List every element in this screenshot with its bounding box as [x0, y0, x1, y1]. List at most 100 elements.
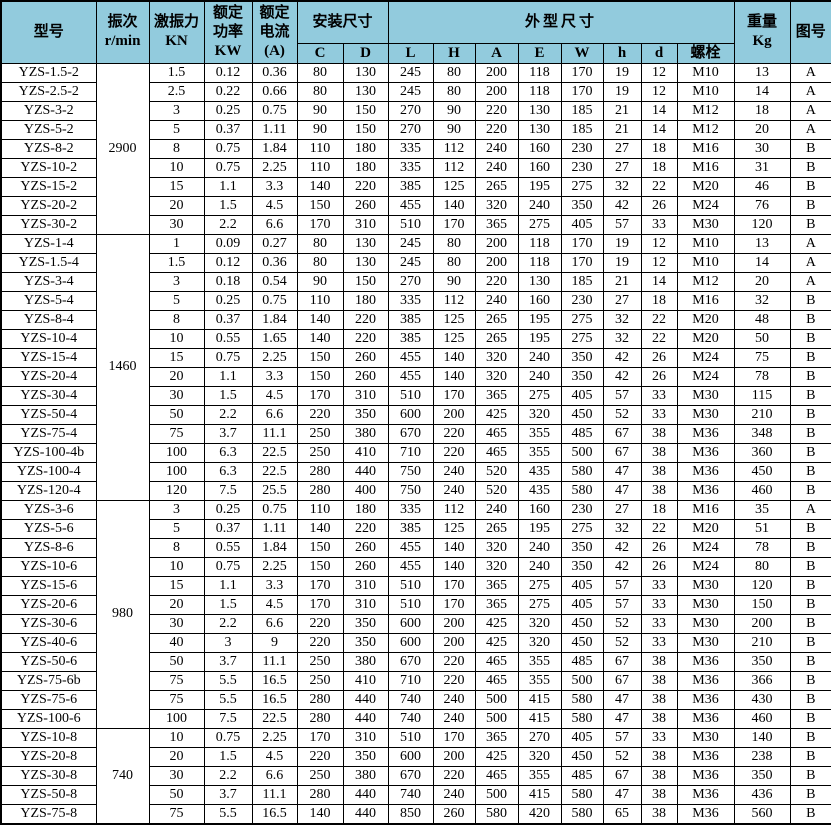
- cell-dim-a: 320: [475, 196, 518, 215]
- cell-dim-c: 80: [297, 82, 343, 101]
- cell-dim-h: 170: [433, 386, 475, 405]
- cell-dim-e: 240: [518, 538, 561, 557]
- cell-dim-a: 465: [475, 671, 518, 690]
- cell-model: YZS-1-4: [1, 234, 96, 253]
- cell-dim-d-lower: 14: [641, 101, 677, 120]
- cell-dim-h: 140: [433, 557, 475, 576]
- cell-weight-kg: 210: [734, 405, 790, 424]
- cell-current-a: 0.54: [252, 272, 297, 291]
- cell-weight-kg: 350: [734, 766, 790, 785]
- cell-weight-kg: 50: [734, 329, 790, 348]
- cell-figure-no: B: [790, 291, 831, 310]
- col-header-install-dims: 安装尺寸: [297, 1, 388, 43]
- cell-dim-c: 220: [297, 405, 343, 424]
- cell-dim-l: 455: [388, 367, 433, 386]
- cell-dim-a: 265: [475, 177, 518, 196]
- cell-dim-l: 335: [388, 291, 433, 310]
- cell-dim-h-lower: 21: [603, 120, 641, 139]
- cell-weight-kg: 360: [734, 443, 790, 462]
- cell-dim-w: 500: [561, 443, 603, 462]
- col-header-c: C: [297, 43, 343, 63]
- cell-model: YZS-75-4: [1, 424, 96, 443]
- cell-dim-d: 310: [343, 386, 388, 405]
- cell-dim-h: 112: [433, 291, 475, 310]
- cell-dim-h-lower: 21: [603, 272, 641, 291]
- cell-dim-l: 850: [388, 804, 433, 824]
- cell-dim-c: 280: [297, 709, 343, 728]
- cell-model: YZS-3-4: [1, 272, 96, 291]
- cell-dim-a: 365: [475, 595, 518, 614]
- cell-current-a: 0.75: [252, 291, 297, 310]
- cell-bolt: M36: [677, 424, 734, 443]
- cell-model: YZS-50-8: [1, 785, 96, 804]
- table-row: YZS-10-8740100.752.251703105101703652704…: [1, 728, 831, 747]
- cell-dim-e: 130: [518, 120, 561, 139]
- cell-power-kw: 0.75: [204, 158, 252, 177]
- cell-power-kw: 5.5: [204, 690, 252, 709]
- cell-dim-c: 80: [297, 63, 343, 82]
- cell-model: YZS-5-4: [1, 291, 96, 310]
- cell-weight-kg: 31: [734, 158, 790, 177]
- cell-model: YZS-15-4: [1, 348, 96, 367]
- cell-dim-a: 365: [475, 728, 518, 747]
- cell-model: YZS-10-2: [1, 158, 96, 177]
- cell-dim-w: 350: [561, 196, 603, 215]
- cell-dim-a: 320: [475, 367, 518, 386]
- cell-dim-c: 150: [297, 538, 343, 557]
- cell-bolt: M12: [677, 272, 734, 291]
- cell-figure-no: B: [790, 215, 831, 234]
- cell-dim-h: 170: [433, 595, 475, 614]
- cell-dim-w: 580: [561, 481, 603, 500]
- cell-dim-l: 455: [388, 538, 433, 557]
- cell-dim-d: 150: [343, 120, 388, 139]
- cell-power-kw: 7.5: [204, 481, 252, 500]
- cell-dim-c: 280: [297, 462, 343, 481]
- cell-weight-kg: 238: [734, 747, 790, 766]
- cell-force-kn: 20: [149, 595, 204, 614]
- cell-dim-c: 220: [297, 747, 343, 766]
- cell-current-a: 11.1: [252, 785, 297, 804]
- cell-weight-kg: 460: [734, 481, 790, 500]
- table-row: YZS-1-4146010.090.2780130245802001181701…: [1, 234, 831, 253]
- cell-dim-e: 320: [518, 633, 561, 652]
- cell-dim-d: 350: [343, 747, 388, 766]
- cell-weight-kg: 200: [734, 614, 790, 633]
- cell-dim-h: 80: [433, 63, 475, 82]
- col-header-a: A: [475, 43, 518, 63]
- cell-dim-w: 405: [561, 386, 603, 405]
- cell-dim-e: 195: [518, 310, 561, 329]
- cell-force-kn: 2.5: [149, 82, 204, 101]
- cell-dim-w: 170: [561, 253, 603, 272]
- cell-power-kw: 0.18: [204, 272, 252, 291]
- cell-model: YZS-75-8: [1, 804, 96, 824]
- cell-dim-a: 320: [475, 538, 518, 557]
- cell-dim-d-lower: 38: [641, 481, 677, 500]
- cell-dim-h: 220: [433, 652, 475, 671]
- cell-dim-l: 270: [388, 272, 433, 291]
- cell-figure-no: B: [790, 804, 831, 824]
- cell-dim-c: 250: [297, 652, 343, 671]
- cell-dim-a: 320: [475, 557, 518, 576]
- cell-dim-d: 310: [343, 595, 388, 614]
- cell-rpm-group: 1460: [96, 234, 149, 500]
- cell-bolt: M10: [677, 234, 734, 253]
- cell-dim-a: 265: [475, 519, 518, 538]
- cell-dim-e: 275: [518, 215, 561, 234]
- cell-power-kw: 0.25: [204, 291, 252, 310]
- cell-dim-a: 200: [475, 253, 518, 272]
- cell-dim-h-lower: 27: [603, 500, 641, 519]
- cell-model: YZS-2.5-2: [1, 82, 96, 101]
- cell-power-kw: 0.22: [204, 82, 252, 101]
- cell-weight-kg: 32: [734, 291, 790, 310]
- cell-dim-a: 465: [475, 443, 518, 462]
- cell-power-kw: 0.25: [204, 101, 252, 120]
- cell-dim-h-lower: 67: [603, 766, 641, 785]
- col-header-d-lower: d: [641, 43, 677, 63]
- cell-dim-h: 170: [433, 576, 475, 595]
- cell-dim-w: 185: [561, 272, 603, 291]
- cell-dim-l: 670: [388, 766, 433, 785]
- cell-force-kn: 40: [149, 633, 204, 652]
- cell-power-kw: 3.7: [204, 424, 252, 443]
- cell-figure-no: B: [790, 443, 831, 462]
- col-header-frequency: 振次 r/min: [96, 1, 149, 63]
